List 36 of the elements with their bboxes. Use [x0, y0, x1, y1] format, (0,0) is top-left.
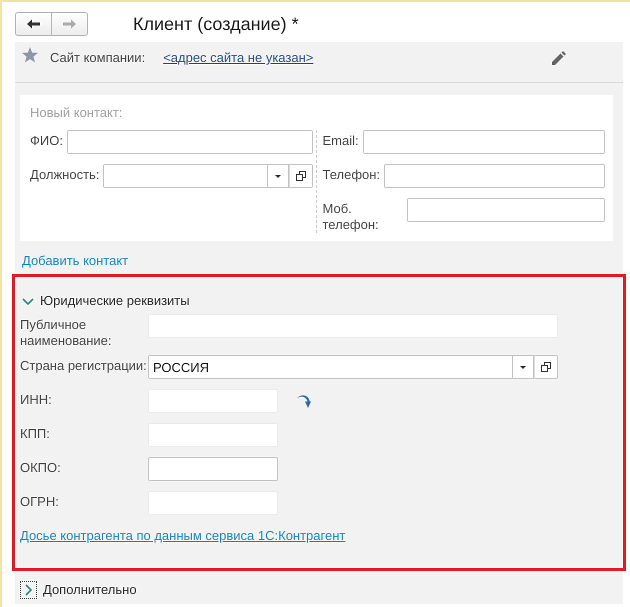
dropdown-field[interactable] [103, 164, 268, 188]
overlapping-squares-icon [541, 362, 551, 372]
field-label: Должность: [30, 166, 100, 183]
pencil-icon[interactable] [552, 51, 566, 65]
website-link[interactable]: <адрес сайта не указан> [163, 50, 314, 66]
field-label: Сайт компании: [50, 50, 146, 66]
field-label: ФИО: [30, 132, 63, 149]
right-arrow-icon [63, 19, 76, 29]
text-field[interactable] [384, 164, 605, 188]
text-field[interactable] [406, 198, 605, 222]
field-label: Моб. телефон: [322, 200, 380, 233]
overlapping-squares-icon [296, 171, 306, 181]
field-label: ИНН: [20, 391, 53, 408]
back-button[interactable] [15, 12, 52, 36]
open-button[interactable] [534, 355, 558, 379]
star-icon[interactable] [22, 47, 38, 63]
open-button[interactable] [288, 164, 312, 188]
caret-icon [274, 174, 280, 178]
field-label: Страна регистрации: [20, 357, 148, 374]
caret-icon [520, 366, 526, 368]
text-field[interactable] [66, 130, 312, 154]
field-label: Публичное наименование: [20, 316, 113, 349]
text-field[interactable] [148, 457, 278, 481]
section-heading: Новый контакт: [30, 105, 122, 121]
left-arrow-icon [27, 19, 40, 29]
field-label: Email: [322, 132, 359, 149]
field-label: ОГРН: [20, 493, 60, 510]
text-field[interactable] [362, 130, 605, 154]
field-label: КПП: [20, 425, 51, 442]
curved-arrow-icon[interactable] [297, 394, 311, 408]
field-label: ОКПО: [20, 459, 62, 476]
dropdown-field[interactable]: РОССИЯ [148, 355, 513, 379]
window-title: Клиент (создание) * [133, 13, 299, 35]
field-label: Телефон: [322, 166, 380, 183]
section-toggle[interactable]: Юридические реквизиты [22, 293, 190, 309]
section-toggle[interactable]: Дополнительно [20, 581, 137, 599]
